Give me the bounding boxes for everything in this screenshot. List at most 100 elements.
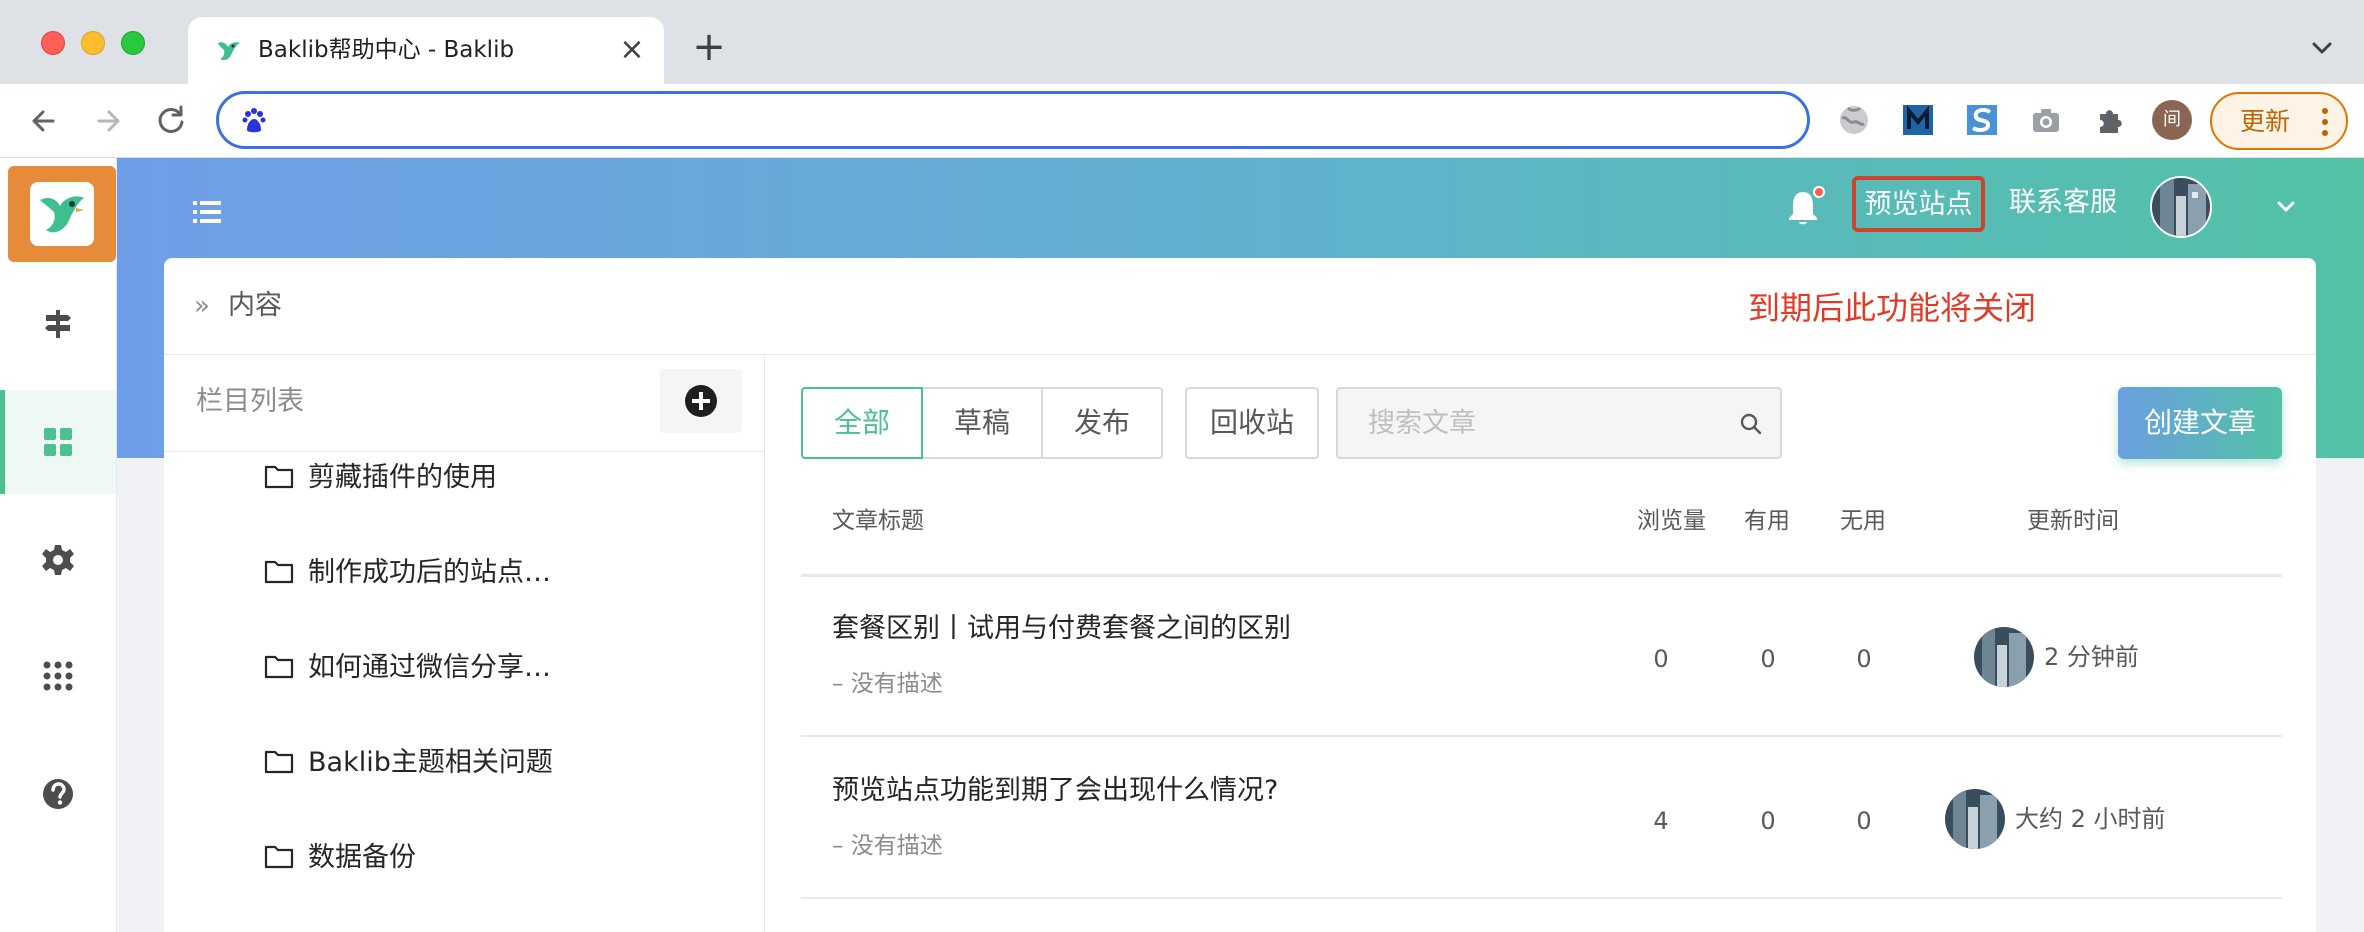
article-title-link[interactable]: 套餐区别丨试用与付费套餐之间的区别: [832, 611, 1291, 647]
user-avatar[interactable]: [2150, 176, 2212, 238]
app-logo[interactable]: [8, 166, 116, 262]
puzzle-extensions-icon[interactable]: [2090, 100, 2130, 140]
forward-arrow-icon[interactable]: [87, 100, 129, 142]
grid-icon: [44, 428, 72, 456]
column-header-title: 文章标题: [832, 508, 924, 534]
trash-button[interactable]: 回收站: [1185, 387, 1319, 459]
camera-extension-icon[interactable]: [2026, 100, 2066, 140]
baidu-paw-icon: [242, 108, 266, 133]
more-vert-icon: [2322, 108, 2328, 136]
tab-title: Baklib帮助中心 - Baklib: [258, 37, 515, 63]
table-row[interactable]: 套餐区别丨试用与付费套餐之间的区别 – 没有描述 0 0 0 2 分钟前: [801, 577, 2282, 737]
filter-draft-button[interactable]: 草稿: [921, 387, 1043, 459]
article-list-panel: 全部 草稿 发布 回收站 创建文章 文章标题 浏览量 有用 无用 更新: [765, 355, 2316, 932]
folder-icon: [264, 655, 294, 679]
sidebar-item-navigation[interactable]: [0, 272, 116, 376]
column-list-header: 栏目列表: [164, 355, 764, 452]
sidebar-item-settings[interactable]: [0, 508, 116, 612]
add-column-button[interactable]: [660, 369, 742, 433]
window-zoom-button[interactable]: [121, 31, 145, 55]
table-row[interactable]: 预览站点功能到期了会出现什么情况? – 没有描述 4 0 0 大约 2 小时前: [801, 739, 2282, 899]
expiry-warning-note: 到期后此功能将关闭: [1748, 289, 2037, 327]
menu-list-icon[interactable]: [189, 194, 225, 230]
contact-support-link[interactable]: 联系客服: [2009, 186, 2117, 220]
signpost-icon: [45, 310, 71, 338]
chevron-down-icon[interactable]: [2271, 192, 2301, 222]
author-avatar: [1945, 789, 2005, 849]
app-sidebar: [0, 158, 117, 932]
column-header-useless[interactable]: 无用: [1840, 505, 1886, 537]
window-close-button[interactable]: [41, 31, 65, 55]
article-views: 4: [1653, 807, 1669, 835]
column-list-title: 栏目列表: [196, 386, 304, 417]
article-views: 0: [1653, 645, 1669, 673]
new-tab-button[interactable]: +: [687, 25, 731, 69]
apps-dots-icon: [43, 661, 73, 691]
browser-tab-active[interactable]: Baklib帮助中心 - Baklib ×: [188, 17, 664, 84]
folder-icon: [264, 750, 294, 774]
help-icon: [43, 779, 73, 809]
tab-search-chevron-icon[interactable]: [2302, 28, 2342, 68]
article-search: [1336, 387, 1782, 459]
search-input[interactable]: [1368, 403, 1728, 443]
article-useless: 0: [1856, 645, 1872, 673]
filter-all-button[interactable]: 全部: [801, 387, 923, 459]
browser-toolbar: 间 更新: [0, 84, 2364, 158]
notification-dot: [1813, 186, 1825, 198]
article-useful: 0: [1760, 807, 1776, 835]
window-minimize-button[interactable]: [81, 31, 105, 55]
preview-site-button[interactable]: 预览站点: [1852, 176, 1985, 232]
update-label: 更新: [2240, 107, 2291, 136]
breadcrumb-current[interactable]: 内容: [228, 290, 282, 322]
browser-update-button[interactable]: 更新: [2210, 92, 2348, 150]
baklib-bird-icon: [218, 42, 240, 61]
column-list-panel: 栏目列表 剪藏插件的使用 制作成功后的站点… 如何通过微信分享… Baklib主…: [164, 355, 765, 932]
preview-site-label: 预览站点: [1864, 189, 1973, 220]
column-header-views[interactable]: 浏览量: [1637, 505, 1706, 537]
folder-label: 数据备份: [308, 842, 416, 873]
updated-time-text: 2 分钟前: [2044, 643, 2139, 671]
author-avatar: [1974, 627, 2034, 687]
address-input[interactable]: [281, 100, 1761, 140]
avatar-photo-icon: [1974, 627, 2034, 687]
column-header-updated[interactable]: 更新时间: [2027, 505, 2119, 537]
article-useful: 0: [1760, 645, 1776, 673]
search-icon[interactable]: [1738, 411, 1764, 437]
sidebar-item-content[interactable]: [0, 390, 116, 494]
profile-avatar[interactable]: 间: [2152, 100, 2192, 140]
browser-tab-bar: Baklib帮助中心 - Baklib × +: [0, 0, 2364, 84]
breadcrumb-separator-icon: »: [194, 291, 210, 321]
article-useless: 0: [1856, 807, 1872, 835]
address-bar[interactable]: [216, 91, 1810, 149]
article-description: – 没有描述: [832, 833, 943, 859]
sidebar-item-help[interactable]: [0, 742, 116, 846]
article-description: – 没有描述: [832, 671, 943, 697]
column-header-useful[interactable]: 有用: [1744, 505, 1790, 537]
folder-icon: [264, 465, 294, 489]
status-filter-group: 全部 草稿 发布: [801, 387, 1163, 459]
avatar-photo-icon: [1945, 789, 2005, 849]
gear-icon: [42, 545, 74, 575]
folder-icon: [264, 845, 294, 869]
folder-icon: [264, 560, 294, 584]
sidebar-item-apps[interactable]: [0, 624, 116, 728]
folder-label: 制作成功后的站点…: [308, 557, 551, 588]
filter-published-button[interactable]: 发布: [1041, 387, 1163, 459]
m-extension-icon[interactable]: [1898, 100, 1938, 140]
article-title-link[interactable]: 预览站点功能到期了会出现什么情况?: [832, 773, 1278, 809]
baklib-logo-icon: [40, 196, 84, 233]
plus-circle-icon: [685, 385, 717, 417]
back-arrow-icon[interactable]: [23, 100, 65, 142]
updated-time-text: 大约 2 小时前: [2015, 805, 2166, 833]
screen: Baklib帮助中心 - Baklib × + 间 更新 预览站点 联系客服 »…: [0, 0, 2364, 932]
folder-label: 剪藏插件的使用: [308, 462, 497, 493]
folder-label: Baklib主题相关问题: [308, 747, 553, 778]
app-page: 预览站点 联系客服 » 内容 到期后此功能将关闭 栏目列表 剪藏插件的使用 制作…: [0, 158, 2364, 932]
content-card: » 内容 到期后此功能将关闭 栏目列表 剪藏插件的使用 制作成功后的站点… 如何…: [164, 258, 2316, 932]
create-article-button[interactable]: 创建文章: [2118, 387, 2282, 459]
avatar-photo-icon: [2152, 178, 2210, 236]
globe-extension-icon[interactable]: [1834, 100, 1874, 140]
tab-close-icon[interactable]: ×: [614, 32, 650, 68]
reload-icon[interactable]: [150, 100, 192, 142]
s-extension-icon[interactable]: [1962, 100, 2002, 140]
